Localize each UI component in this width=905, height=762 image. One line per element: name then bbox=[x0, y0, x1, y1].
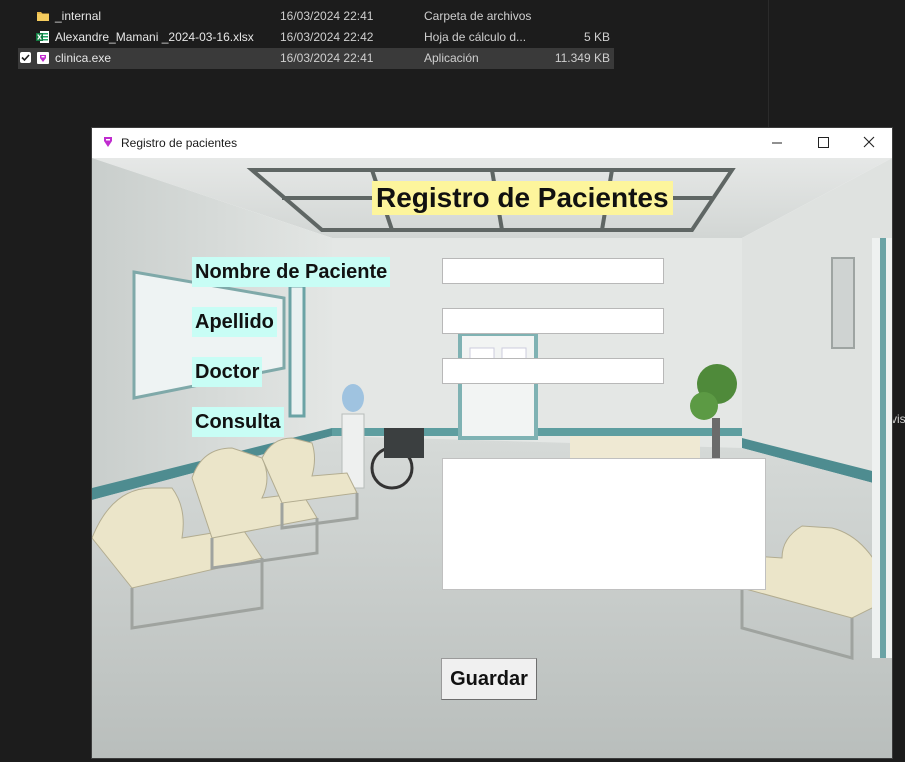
file-name: clinica.exe bbox=[55, 51, 112, 65]
file-name: _internal bbox=[55, 9, 102, 23]
title-bar[interactable]: Registro de pacientes bbox=[92, 128, 892, 158]
close-button[interactable] bbox=[846, 128, 892, 158]
file-type: Hoja de cálculo d... bbox=[424, 30, 527, 44]
maximize-icon bbox=[818, 137, 829, 148]
consulta-textarea[interactable] bbox=[442, 458, 766, 590]
app-icon bbox=[104, 137, 112, 147]
checkmark-icon bbox=[21, 54, 30, 62]
save-button[interactable]: Guardar bbox=[441, 658, 537, 700]
nombre-label: Nombre de Paciente bbox=[192, 257, 391, 287]
file-date: 16/03/2024 22:42 bbox=[280, 30, 374, 44]
excel-icon bbox=[36, 31, 49, 43]
file-size: 5 KB bbox=[583, 30, 610, 44]
apellido-input[interactable] bbox=[442, 308, 664, 334]
file-row-xlsx[interactable]: Alexandre_Mamani _2024-03-16.xlsx 16/03/… bbox=[18, 27, 614, 48]
doctor-label: Doctor bbox=[192, 357, 263, 387]
checkbox[interactable] bbox=[20, 52, 31, 63]
minimize-icon bbox=[772, 142, 782, 144]
file-type: Aplicación bbox=[424, 51, 479, 65]
form-area: Registro de Pacientes Nombre de Paciente… bbox=[92, 158, 892, 758]
clipped-text: vis bbox=[891, 412, 905, 426]
file-name: Alexandre_Mamani _2024-03-16.xlsx bbox=[55, 30, 254, 44]
maximize-button[interactable] bbox=[800, 128, 846, 158]
close-icon bbox=[863, 136, 875, 148]
nombre-input[interactable] bbox=[442, 258, 664, 284]
column-divider bbox=[768, 0, 769, 128]
file-row-clinica-exe[interactable]: clinica.exe 16/03/2024 22:41 Aplicación … bbox=[18, 48, 614, 69]
exe-icon bbox=[37, 52, 49, 64]
file-date: 16/03/2024 22:41 bbox=[280, 51, 374, 65]
file-size: 11.349 KB bbox=[554, 51, 610, 65]
page-title: Registro de Pacientes bbox=[372, 181, 673, 215]
minimize-button[interactable] bbox=[754, 128, 800, 158]
file-date: 16/03/2024 22:41 bbox=[280, 9, 374, 23]
folder-icon bbox=[37, 12, 49, 21]
consulta-label: Consulta bbox=[192, 407, 284, 437]
file-type: Carpeta de archivos bbox=[424, 9, 532, 23]
doctor-input[interactable] bbox=[442, 358, 664, 384]
window-title: Registro de pacientes bbox=[121, 136, 238, 150]
app-window: Registro de pacientes Registro de Pacien… bbox=[92, 128, 892, 758]
apellido-label: Apellido bbox=[192, 307, 277, 337]
file-row-internal[interactable]: _internal 16/03/2024 22:41 Carpeta de ar… bbox=[18, 6, 614, 27]
